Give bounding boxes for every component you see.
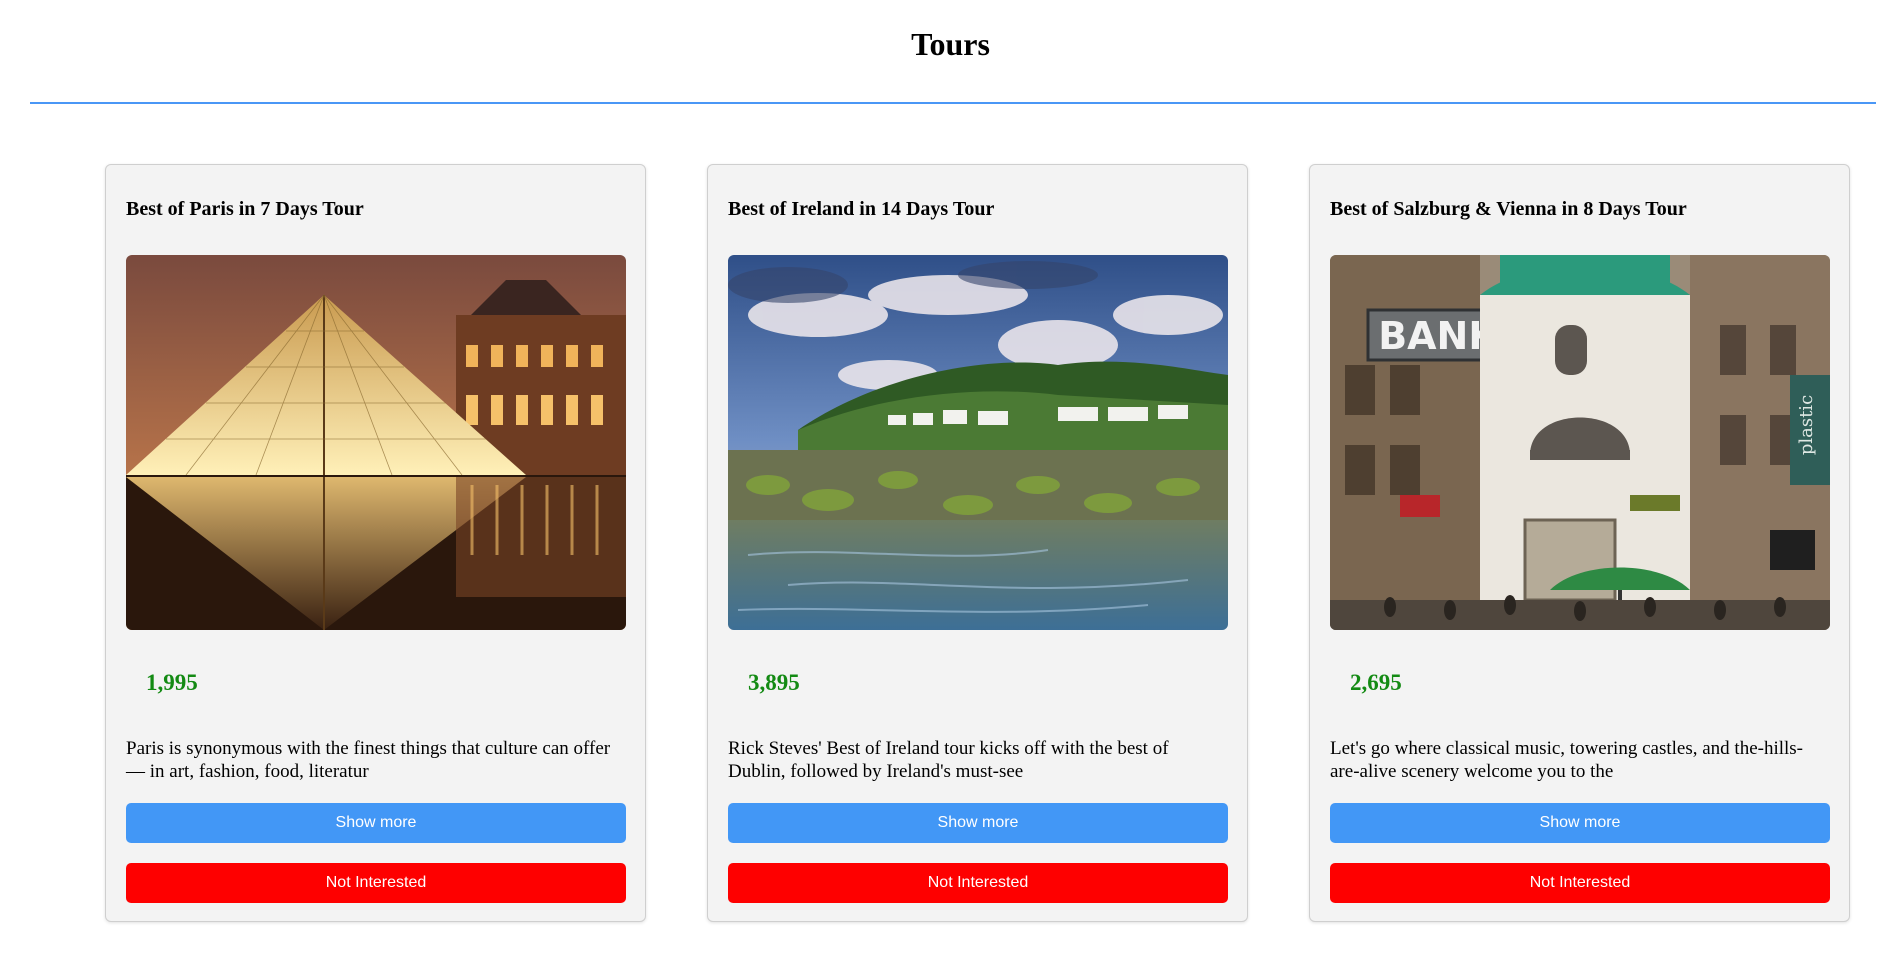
show-more-button[interactable]: Show more — [728, 803, 1228, 843]
tour-image-ireland — [728, 255, 1228, 630]
tour-title: Best of Paris in 7 Days Tour — [126, 198, 364, 220]
tour-card: Best of Salzburg & Vienna in 8 Days Tour… — [1309, 164, 1850, 922]
show-more-button[interactable]: Show more — [1330, 803, 1830, 843]
tour-price: 1,995 — [146, 670, 198, 695]
tour-image-vienna: BANK plastic — [1330, 255, 1830, 630]
tour-image-louvre — [126, 255, 626, 630]
tour-title: Best of Ireland in 14 Days Tour — [728, 198, 995, 220]
tour-description: Rick Steves' Best of Ireland tour kicks … — [728, 738, 1169, 782]
show-more-button[interactable]: Show more — [126, 803, 626, 843]
not-interested-button[interactable]: Not Interested — [728, 863, 1228, 903]
not-interested-button[interactable]: Not Interested — [126, 863, 626, 903]
not-interested-button[interactable]: Not Interested — [1330, 863, 1830, 903]
tour-description: Paris is synonymous with the finest thin… — [126, 738, 611, 782]
tour-list: Best of Paris in 7 Days Tour 1,995 Paris… — [0, 0, 1901, 953]
tour-card: Best of Ireland in 14 Days Tour 3,895 Ri… — [707, 164, 1248, 922]
tour-description: Let's go where classical music, towering… — [1330, 738, 1804, 782]
tour-price: 2,695 — [1350, 670, 1402, 695]
tour-title: Best of Salzburg & Vienna in 8 Days Tour — [1330, 198, 1687, 220]
svg-text:plastic: plastic — [1796, 395, 1817, 455]
tour-price: 3,895 — [748, 670, 800, 695]
tour-card: Best of Paris in 7 Days Tour 1,995 Paris… — [105, 164, 646, 922]
